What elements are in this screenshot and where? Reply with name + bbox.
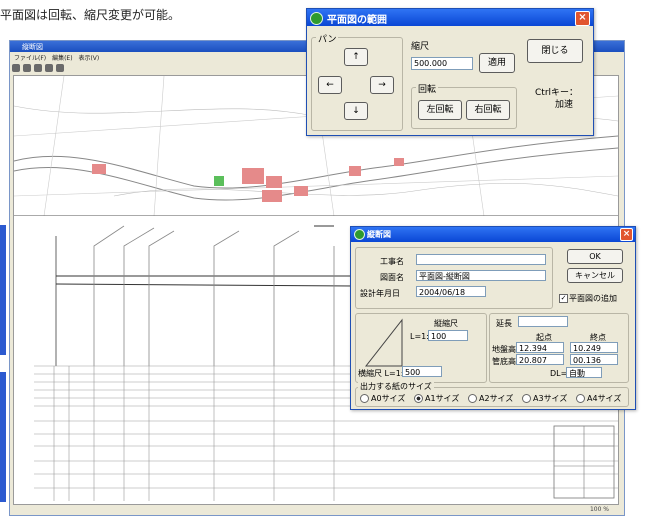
profile-dialog: 縦断図 × 工事名 図面名 平面図-縦断図 設計年月日 2004/06/18 O… — [350, 226, 636, 410]
add-plan-label: 平面図の追加 — [569, 294, 617, 303]
paper-a3-label: A3サイズ — [533, 394, 568, 403]
length-input[interactable] — [518, 316, 568, 327]
pan-group: パン ↑ ← → ↓ — [311, 32, 403, 131]
paper-a0-label: A0サイズ — [371, 394, 406, 403]
info-group: 工事名 図面名 平面図-縦断図 設計年月日 2004/06/18 — [355, 247, 553, 309]
status-bar: 100 % — [13, 506, 617, 514]
close-button[interactable]: 閉じる — [527, 39, 583, 63]
rotate-group: 回転 左回転 右回転 — [411, 82, 517, 129]
design-date-label: 設計年月日 — [360, 289, 400, 298]
triangle-icon — [364, 318, 403, 367]
zoom-out-icon[interactable] — [45, 64, 53, 72]
profile-dialog-title: 縦断図 — [367, 230, 391, 239]
radio-icon — [522, 394, 531, 403]
add-plan-checkbox[interactable]: ✓ — [559, 294, 568, 303]
scale-label: 縮尺 — [411, 42, 430, 52]
paper-size-label: 出力する紙のサイズ — [358, 381, 434, 392]
app-icon — [354, 229, 365, 240]
scale-input[interactable]: 500.000 — [411, 57, 473, 70]
length-group: 延長 起点 終点 地盤高 12.394 10.249 管底高 20.807 00… — [489, 313, 629, 383]
pipe-end-input[interactable]: 00.136 — [570, 354, 618, 365]
vertical-scale-label: 縦縮尺 — [434, 319, 458, 328]
menu-edit[interactable]: 編集(E) — [52, 55, 72, 62]
rotate-left-button[interactable]: 左回転 — [418, 100, 462, 120]
profile-dialog-title-bar: 縦断図 × — [351, 227, 635, 242]
print-icon[interactable] — [12, 64, 20, 72]
ground-end-input[interactable]: 10.249 — [570, 342, 618, 353]
radio-selected-icon — [414, 394, 423, 403]
paper-a3-radio[interactable]: A3サイズ — [522, 393, 567, 404]
work-name-label: 工事名 — [380, 257, 404, 266]
paper-a0-radio[interactable]: A0サイズ — [360, 393, 405, 404]
apply-button[interactable]: 適用 — [479, 53, 515, 73]
paper-a2-radio[interactable]: A2サイズ — [468, 393, 513, 404]
main-title: 縦断図 — [22, 43, 43, 51]
pan-right-button[interactable]: → — [370, 76, 394, 94]
paper-a1-radio[interactable]: A1サイズ — [414, 393, 459, 404]
paper-a1-label: A1サイズ — [425, 394, 460, 403]
paper-a2-label: A2サイズ — [479, 394, 514, 403]
side-window-edge — [0, 225, 6, 355]
radio-icon — [576, 394, 585, 403]
length-label: 延長 — [496, 319, 512, 328]
pan-down-button[interactable]: ↓ — [344, 102, 368, 120]
cancel-button[interactable]: キャンセル — [567, 268, 623, 283]
pipe-label: 管底高 — [492, 357, 516, 366]
menu-file[interactable]: ファイル(F) — [14, 55, 46, 62]
horizontal-scale-label: 横縮尺 L=1: — [358, 369, 404, 378]
menu-view[interactable]: 表示(V) — [78, 55, 99, 62]
pipe-start-input[interactable]: 20.807 — [516, 354, 564, 365]
pan-left-button[interactable]: ← — [318, 76, 342, 94]
close-icon[interactable]: × — [575, 11, 590, 26]
rotate-right-button[interactable]: 右回転 — [466, 100, 510, 120]
plan-range-dialog: 平面図の範囲 × パン ↑ ← → ↓ 縮尺 500.000 適用 閉じる 回転… — [306, 8, 594, 136]
paper-a4-radio[interactable]: A4サイズ — [576, 393, 621, 404]
vertical-scale-input[interactable]: 100 — [428, 330, 468, 341]
pan-label: パン — [316, 32, 339, 45]
ground-label: 地盤高 — [492, 345, 516, 354]
design-date-input[interactable]: 2004/06/18 — [416, 286, 486, 297]
zoom-in-icon[interactable] — [34, 64, 42, 72]
ctrl-hint-line2: 加速 — [555, 100, 574, 110]
paper-size-group: 出力する紙のサイズ A0サイズ A1サイズ A2サイズ A3サイズ A4サイズ — [355, 381, 629, 407]
caption: 平面図は回転、縮尺変更が可能。 — [0, 8, 181, 22]
zoom-readout: 100 % — [589, 506, 609, 513]
radio-icon — [360, 394, 369, 403]
save-icon[interactable] — [23, 64, 31, 72]
side-window-edge — [0, 372, 6, 502]
app-icon — [310, 12, 323, 25]
horizontal-scale-input[interactable]: 500 — [402, 366, 442, 377]
ground-start-input[interactable]: 12.394 — [516, 342, 564, 353]
plan-dialog-title-bar: 平面図の範囲 × — [307, 9, 593, 26]
pan-icon[interactable] — [56, 64, 64, 72]
scale-group: 縦縮尺 L=1: 100 横縮尺 L=1: 500 — [355, 313, 487, 383]
dl-label: DL= — [550, 369, 568, 378]
drawing-name-label: 図面名 — [380, 273, 404, 282]
work-name-input[interactable] — [416, 254, 546, 265]
radio-icon — [468, 394, 477, 403]
plan-dialog-title: 平面図の範囲 — [327, 15, 387, 26]
drawing-name-input[interactable]: 平面図-縦断図 — [416, 270, 546, 281]
close-icon[interactable]: × — [620, 228, 633, 241]
dl-input[interactable]: 自動 — [566, 367, 602, 378]
ok-button[interactable]: OK — [567, 249, 623, 264]
pan-up-button[interactable]: ↑ — [344, 48, 368, 66]
rotate-label: 回転 — [416, 82, 439, 95]
vertical-scale-prefix: L=1: — [410, 332, 429, 341]
toolbar — [12, 64, 92, 74]
paper-a4-label: A4サイズ — [587, 394, 622, 403]
